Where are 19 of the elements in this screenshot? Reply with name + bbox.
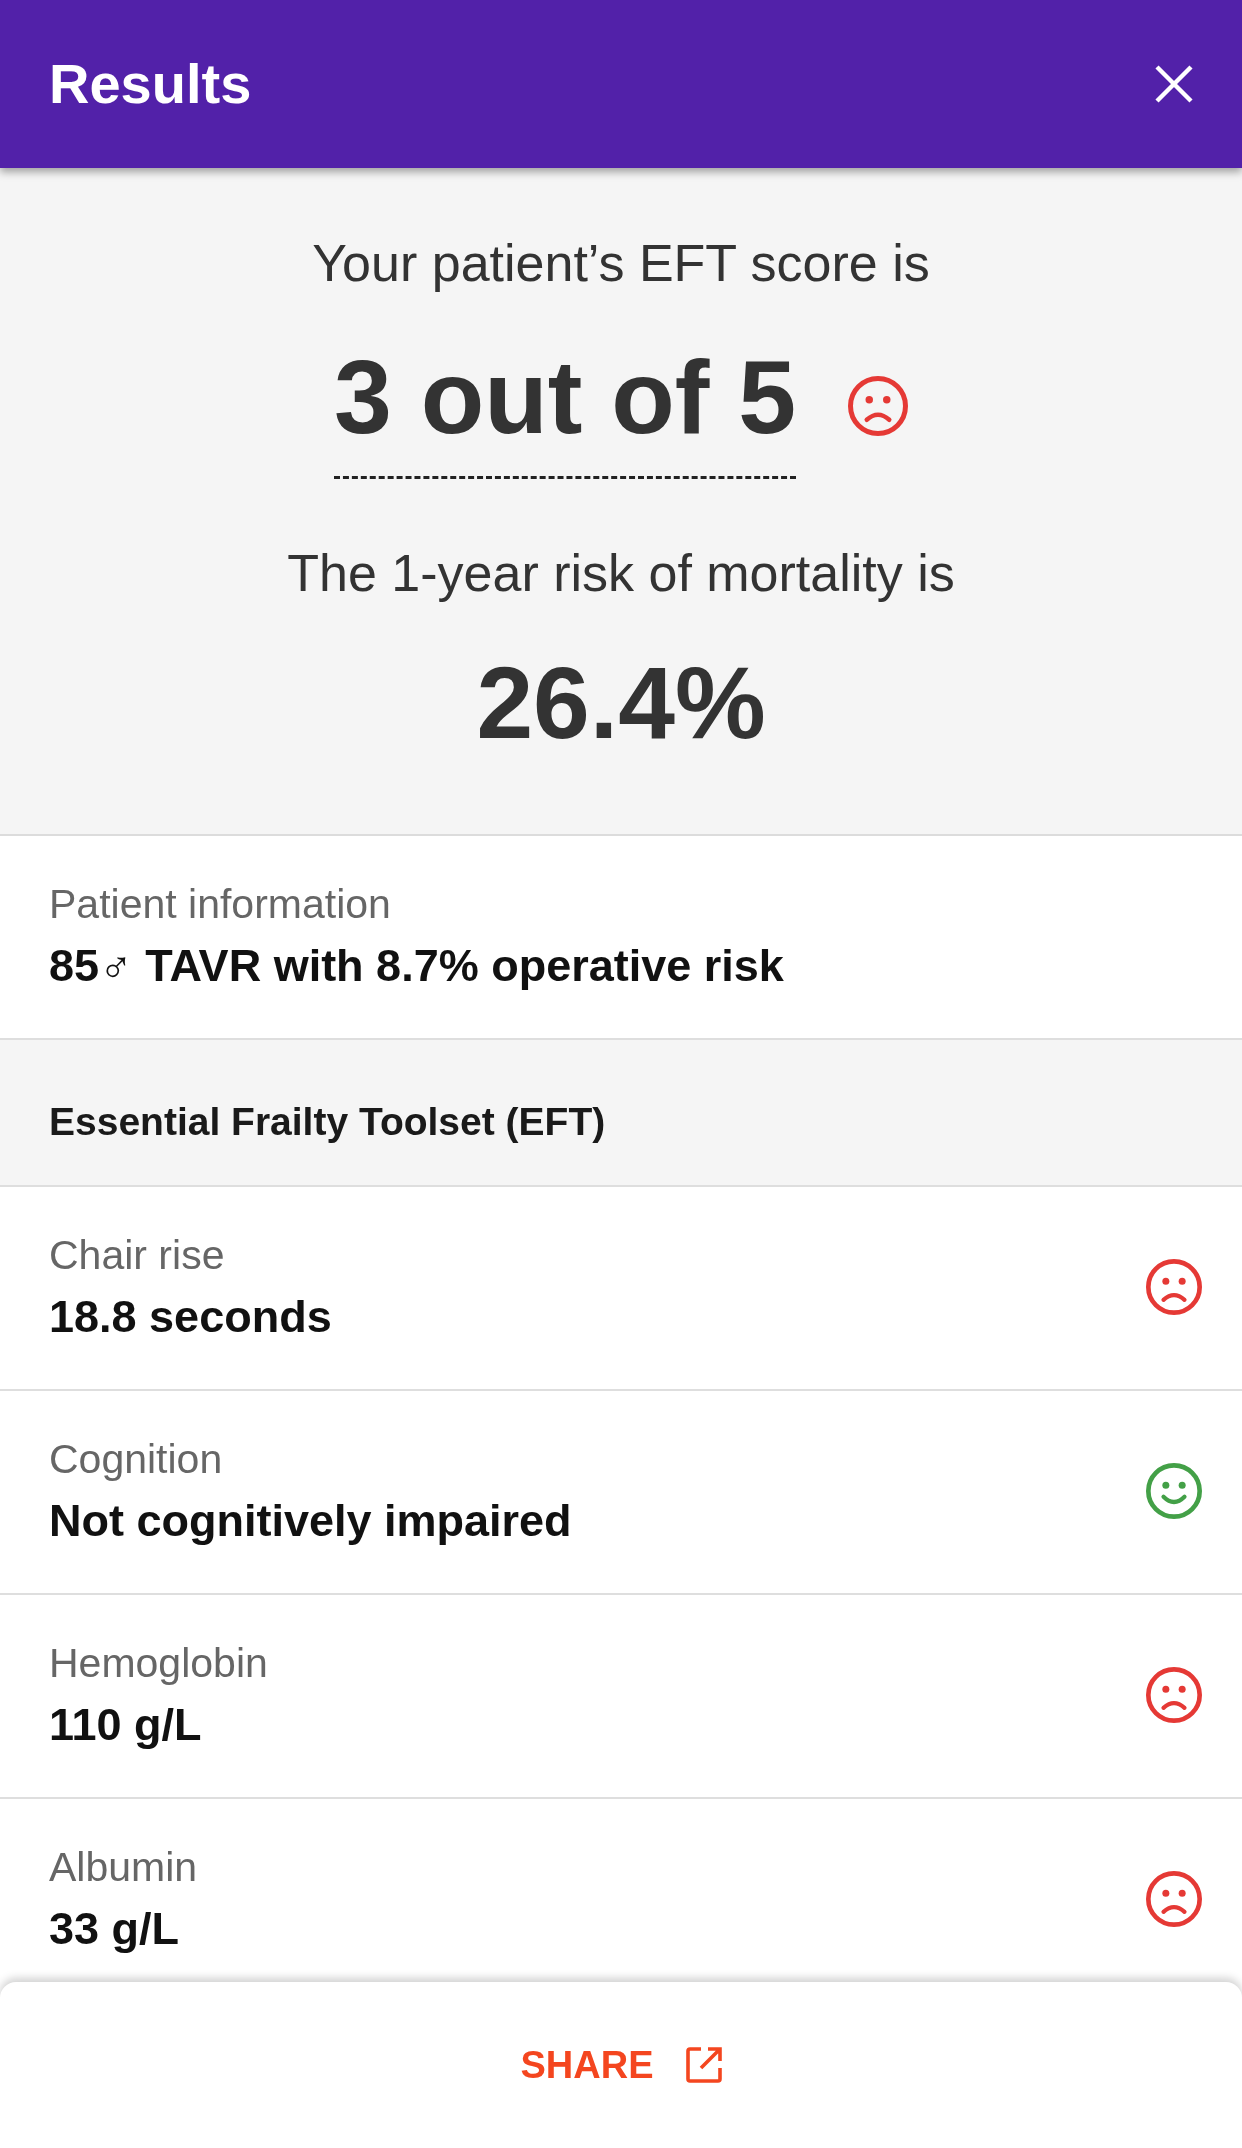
screen-title: Results xyxy=(49,51,252,118)
field-label: Patient information xyxy=(49,880,392,929)
field-value: 33 g/L xyxy=(49,1902,181,1956)
field-value: 18.8 seconds xyxy=(49,1290,332,1344)
field-value: 85♂ TAVR with 8.7% operative risk xyxy=(49,939,784,993)
risk-value: 26.4% xyxy=(476,645,766,762)
field-label: Hemoglobin xyxy=(49,1639,268,1688)
risk-intro: The 1-year risk of mortality is xyxy=(287,543,955,604)
score-value: 3 out of 5 xyxy=(333,332,797,479)
field-label: Albumin xyxy=(49,1843,198,1892)
external-link-icon xyxy=(685,2047,722,2083)
section-title: Essential Frailty Toolset (EFT) xyxy=(49,1099,607,1145)
field-value: Not cognitively impaired xyxy=(49,1494,572,1548)
share-button[interactable]: SHARE xyxy=(496,2029,746,2101)
field-label: Chair rise xyxy=(49,1231,226,1280)
close-icon xyxy=(1155,65,1193,103)
field-value: 110 g/L xyxy=(49,1698,203,1752)
field-label: Cognition xyxy=(49,1435,224,1484)
score-intro: Your patient’s EFT score is xyxy=(312,233,930,294)
